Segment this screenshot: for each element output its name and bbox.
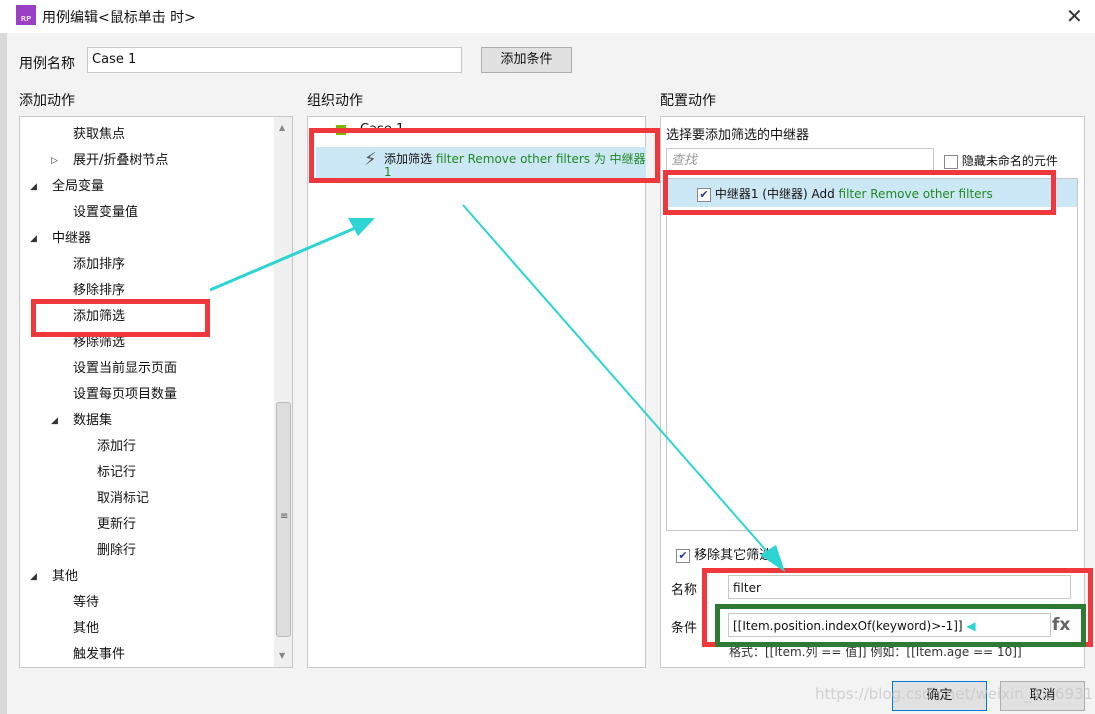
arrow-head	[348, 218, 375, 236]
annotation-arrows	[209, 204, 785, 572]
arrow-line	[462, 204, 771, 556]
arrow-line	[209, 224, 361, 292]
